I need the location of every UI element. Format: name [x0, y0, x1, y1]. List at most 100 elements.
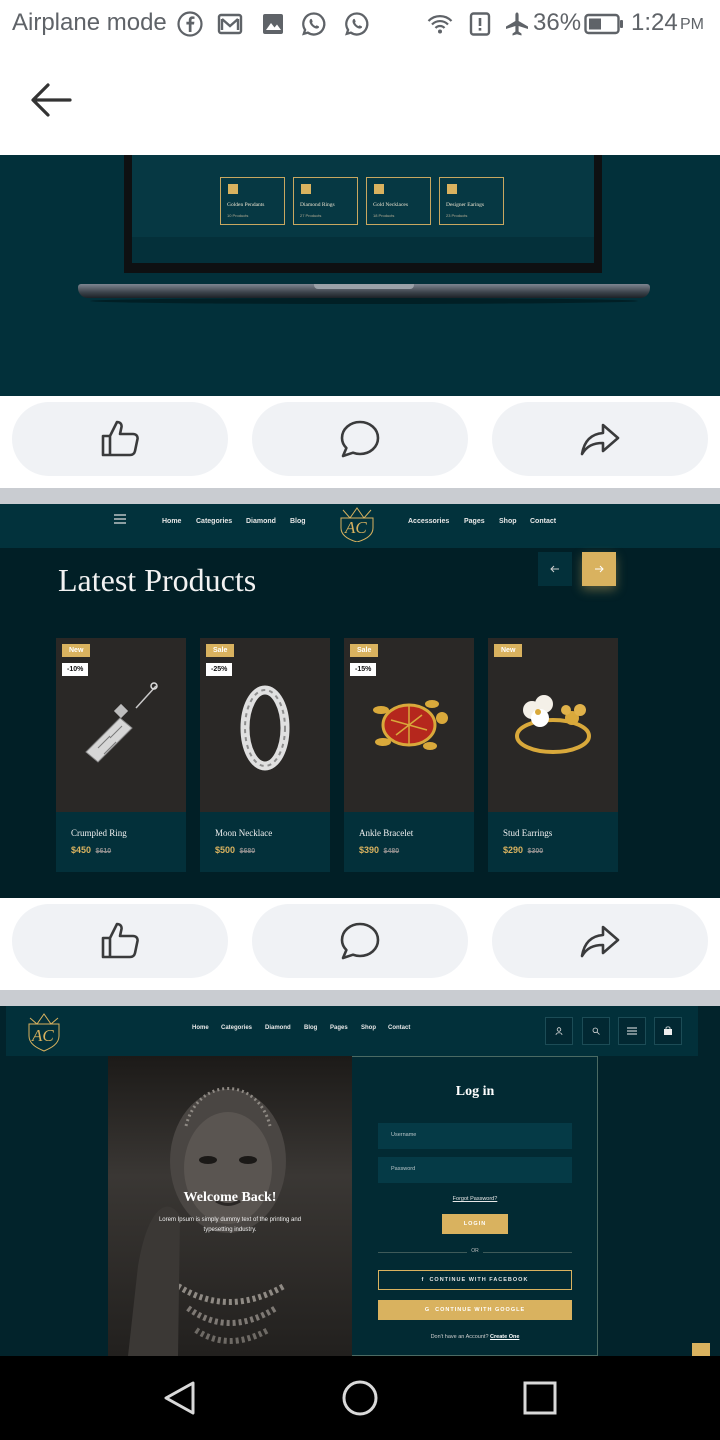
- post-image-laptop[interactable]: Golden Pendants 10 Products Diamond Ring…: [0, 155, 720, 396]
- nav-link: Blog: [304, 1025, 318, 1031]
- share-button[interactable]: [492, 904, 708, 978]
- create-account-link: Create One: [490, 1334, 520, 1340]
- product-name: Moon Necklace: [215, 828, 273, 838]
- back-arrow-icon[interactable]: [30, 82, 72, 118]
- airplane-icon: [506, 12, 528, 36]
- nav-link: Categories: [221, 1025, 253, 1031]
- category-card: Gold Necklaces 18 Products: [366, 177, 431, 225]
- category-card: Diamond Rings 27 Products: [293, 177, 358, 225]
- welcome-text: Lorem Ipsum is simply dummy text of the …: [158, 1217, 302, 1223]
- menu-icon: [114, 514, 126, 524]
- battery-percent: 36%: [533, 9, 582, 36]
- like-button[interactable]: [12, 402, 228, 476]
- clock-ampm: PM: [680, 16, 704, 33]
- share-icon: [580, 925, 620, 958]
- signup-prompt: Don't have an Account? Create One: [430, 1334, 520, 1340]
- login-title: Log in: [455, 1084, 495, 1099]
- arrow-left-icon: [550, 565, 559, 573]
- product-card: New -10% Crumpled Ring $450 $610: [56, 638, 186, 872]
- discount-badge: -15%: [350, 663, 377, 676]
- post-separator: [0, 990, 720, 1006]
- flower-ring-image: [515, 695, 591, 754]
- discount-badge: -25%: [206, 663, 233, 676]
- portrait-image: [128, 1087, 286, 1356]
- wifi-icon: [427, 15, 453, 34]
- scroll-top-button: [692, 1343, 710, 1356]
- share-button[interactable]: [492, 402, 708, 476]
- welcome-title: Welcome Back!: [183, 1190, 277, 1205]
- nav-link: Pages: [330, 1025, 348, 1031]
- menu-icon: [618, 1017, 646, 1045]
- welcome-text: typesetting industry.: [203, 1227, 257, 1233]
- comment-button[interactable]: [252, 402, 468, 476]
- alert-icon: [469, 12, 491, 36]
- airplane-mode-label: Airplane mode: [12, 9, 167, 36]
- laptop-base: [78, 284, 650, 298]
- product-name: Stud Earrings: [503, 828, 553, 838]
- product-badge: Sale: [350, 644, 379, 657]
- site-header: Home Categories Diamond Blog AC Accessor…: [0, 504, 720, 548]
- nav-link: Blog: [290, 518, 306, 525]
- nav-link: Categories: [196, 518, 233, 525]
- nav-link: Shop: [361, 1025, 376, 1031]
- comment-icon: [340, 420, 380, 458]
- clock-time: 1:24: [631, 9, 678, 36]
- status-bar: Airplane mode 36% 1:24 PM: [0, 0, 720, 50]
- login-button: LOGIN: [442, 1214, 508, 1234]
- battery-icon: [584, 13, 623, 35]
- forgot-password-link: Forgot Password?: [452, 1196, 498, 1202]
- cart-icon: [654, 1017, 682, 1045]
- product-name: Crumpled Ring: [71, 828, 127, 838]
- carousel-prev-button: [538, 552, 572, 586]
- like-icon: [101, 420, 139, 457]
- pendant-image: [85, 682, 158, 763]
- comment-icon: [340, 922, 380, 960]
- product-card: New Stud Earrings $290 $300: [488, 638, 618, 872]
- recents-nav-icon[interactable]: [520, 1378, 560, 1418]
- nav-link: Home: [192, 1025, 209, 1031]
- product-card: Sale -15% Ankle Bracelet $390 $480: [344, 638, 474, 872]
- nav-link: Contact: [530, 518, 557, 525]
- search-icon: [582, 1017, 610, 1045]
- nav-link: Contact: [388, 1025, 411, 1031]
- whatsapp-icon: [302, 12, 326, 36]
- section-heading: Latest Products: [58, 562, 257, 598]
- discount-badge: -10%: [62, 663, 89, 676]
- like-icon: [101, 922, 139, 959]
- product-card: Sale -25% Moon Necklace $500 $680: [200, 638, 330, 872]
- logo: AC: [336, 506, 378, 542]
- whatsapp-icon: [345, 12, 369, 36]
- home-nav-icon[interactable]: [340, 1378, 380, 1418]
- facebook-icon: [177, 11, 203, 37]
- share-icon: [580, 423, 620, 456]
- category-card: Golden Pendants 10 Products: [220, 177, 285, 225]
- username-field: Username: [378, 1123, 572, 1149]
- welcome-panel: Welcome Back! Lorem Ipsum is simply dumm…: [108, 1056, 352, 1356]
- product-price: $450 $610: [71, 845, 112, 855]
- or-label: OR: [467, 1248, 483, 1256]
- app-bar: [0, 50, 720, 155]
- product-badge: New: [494, 644, 523, 657]
- category-card: Designer Earings 23 Products: [439, 177, 504, 225]
- site-header: AC Home Categories Diamond Blog Pages Sh…: [6, 1006, 698, 1056]
- post-actions: [0, 396, 720, 488]
- gmail-icon: [217, 13, 243, 35]
- like-button[interactable]: [12, 904, 228, 978]
- facebook-login-button: f CONTINUE WITH FACEBOOK: [378, 1270, 572, 1290]
- product-price: $500 $680: [215, 845, 256, 855]
- post-separator: [0, 488, 720, 504]
- post-image-products[interactable]: Home Categories Diamond Blog AC Accessor…: [0, 504, 720, 898]
- post-image-login[interactable]: AC Home Categories Diamond Blog Pages Sh…: [0, 1006, 720, 1356]
- nav-link: Accessories: [408, 518, 450, 525]
- password-field: Password: [378, 1157, 572, 1183]
- google-icon: G: [424, 1307, 436, 1313]
- comment-button[interactable]: [252, 904, 468, 978]
- nav-link: Home: [162, 518, 182, 525]
- product-name: Ankle Bracelet: [359, 828, 414, 838]
- product-badge: New: [62, 644, 91, 657]
- back-nav-icon[interactable]: [160, 1378, 200, 1418]
- ring-image: [240, 685, 290, 771]
- product-price: $390 $480: [359, 845, 400, 855]
- arrow-right-icon: [595, 565, 604, 573]
- logo: AC: [24, 1010, 64, 1052]
